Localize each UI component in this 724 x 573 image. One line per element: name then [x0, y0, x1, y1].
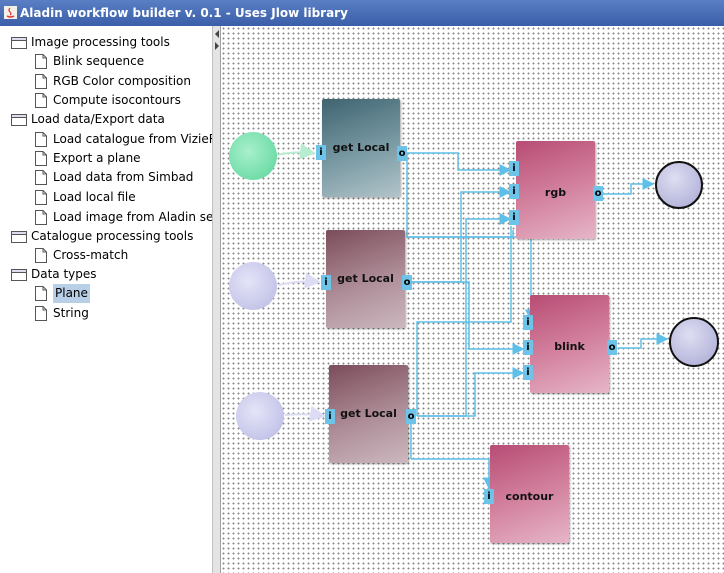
input-port[interactable]: i: [509, 161, 519, 176]
input-port[interactable]: i: [523, 365, 533, 380]
tree-item-label: Load data from Simbad: [53, 170, 194, 184]
connector: [411, 281, 525, 355]
folder-icon: [11, 37, 27, 49]
connector: [603, 178, 655, 195]
document-icon: [35, 170, 47, 185]
source-lavender-circle[interactable]: [236, 392, 284, 440]
input-port[interactable]: i: [484, 489, 494, 504]
document-icon: [35, 132, 47, 147]
node-contour[interactable]: contour: [490, 445, 569, 543]
folder-icon: [11, 269, 27, 281]
connector: [278, 272, 321, 289]
node-label: get Local: [337, 272, 394, 285]
source-lavender-circle[interactable]: [229, 262, 277, 310]
node-label: rgb: [544, 186, 567, 199]
document-icon: [35, 74, 47, 89]
input-port[interactable]: i: [316, 145, 326, 160]
tree-item-label: Plane: [53, 284, 90, 303]
tree-group-label: Image processing tools: [31, 35, 170, 49]
document-icon: [35, 306, 47, 321]
output-port[interactable]: o: [607, 340, 617, 355]
connector: [416, 226, 512, 416]
node-rgb[interactable]: rgb: [516, 141, 595, 239]
document-icon: [35, 248, 47, 263]
output-port[interactable]: o: [397, 146, 407, 161]
connector: [406, 153, 514, 238]
input-port[interactable]: i: [523, 315, 533, 330]
tree-item-label: Export a plane: [53, 151, 141, 165]
output-port[interactable]: o: [593, 186, 603, 201]
input-port[interactable]: i: [509, 184, 519, 199]
connector: [411, 458, 495, 490]
tree-item-label: Blink sequence: [53, 54, 145, 68]
document-icon: [35, 190, 47, 205]
tree-item-label: Load image from Aladin serv: [53, 210, 213, 224]
connector: [417, 213, 512, 417]
java-icon: [4, 6, 17, 19]
node-label: get Local: [340, 407, 397, 420]
connector: [407, 152, 512, 176]
node-label: get Local: [332, 141, 390, 154]
connector: [618, 333, 669, 349]
folder-icon: [11, 114, 27, 126]
connector: [284, 405, 326, 422]
window-title-bar[interactable]: Aladin workflow builder v. 0.1 - Uses Jl…: [0, 0, 724, 26]
node-label: blink: [554, 340, 585, 353]
tree-item-label: Load catalogue from VizieR: [53, 132, 213, 146]
tree-group-label: Load data/Export data: [31, 112, 165, 126]
node-blink[interactable]: blink: [530, 295, 609, 393]
tree-item-label: String: [53, 306, 89, 320]
output-port[interactable]: o: [406, 409, 416, 424]
document-icon: [35, 286, 47, 301]
document-icon: [35, 54, 47, 69]
output-port[interactable]: o: [402, 275, 412, 290]
workflow-canvas[interactable]: get Local i o get Local i o get Local i …: [221, 26, 724, 573]
input-port[interactable]: i: [523, 340, 533, 355]
source-green-circle[interactable]: [229, 132, 277, 180]
panel-splitter[interactable]: [212, 26, 221, 573]
connector-layer: [275, 143, 669, 490]
collapse-left-arrow-icon[interactable]: [215, 30, 219, 38]
document-icon: [35, 210, 47, 225]
window-title: Aladin workflow builder v. 0.1 - Uses Jl…: [20, 6, 348, 20]
output-circle[interactable]: [655, 161, 703, 209]
output-circle[interactable]: [669, 317, 719, 367]
tree-group-label: Data types: [31, 267, 97, 281]
connector: [275, 143, 316, 160]
tree-group-label: Catalogue processing tools: [31, 229, 194, 243]
expand-right-arrow-icon[interactable]: [215, 42, 219, 50]
node-get-local-1[interactable]: get Local: [322, 99, 400, 197]
document-icon: [35, 151, 47, 166]
tool-tree-panel[interactable]: Image processing tools Blink sequence RG…: [0, 26, 213, 573]
tree-item-label: RGB Color composition: [53, 74, 191, 88]
document-icon: [35, 93, 47, 108]
node-get-local-3[interactable]: get Local: [329, 365, 408, 463]
tree-item-label: Load local file: [53, 190, 136, 204]
tree-item-label: Cross-match: [53, 248, 129, 262]
input-port[interactable]: i: [321, 275, 331, 290]
node-get-local-2[interactable]: get Local: [326, 230, 405, 328]
input-port[interactable]: i: [325, 409, 335, 424]
folder-icon: [11, 231, 27, 243]
connector: [417, 367, 525, 417]
node-label: contour: [505, 490, 554, 503]
input-port[interactable]: i: [509, 210, 519, 225]
tree-item-label: Compute isocontours: [53, 93, 181, 107]
